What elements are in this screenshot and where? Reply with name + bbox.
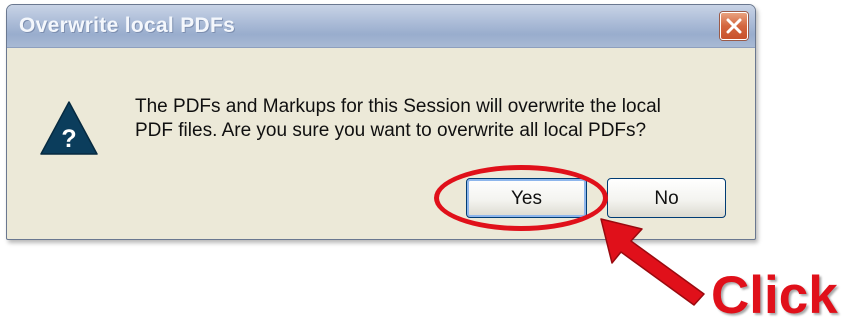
- dialog-body: ? The PDFs and Markups for this Session …: [7, 48, 755, 239]
- close-icon: [726, 18, 742, 34]
- question-warning-icon: ?: [40, 101, 98, 155]
- dialog-message: The PDFs and Markups for this Session wi…: [135, 95, 735, 143]
- message-line-2: PDF files. Are you sure you want to over…: [135, 120, 647, 141]
- click-annotation-label: Click: [711, 266, 838, 325]
- screenshot-stage: Overwrite local PDFs ? The PDFs and Mark…: [0, 0, 847, 331]
- close-button[interactable]: [720, 12, 748, 40]
- red-arrow-icon: [600, 218, 705, 306]
- no-button[interactable]: No: [607, 178, 726, 218]
- dialog-titlebar[interactable]: Overwrite local PDFs: [7, 5, 755, 48]
- highlight-ellipse: [434, 165, 608, 231]
- dialog-title: Overwrite local PDFs: [19, 14, 236, 37]
- svg-text:?: ?: [61, 125, 76, 153]
- overwrite-dialog: Overwrite local PDFs ? The PDFs and Mark…: [6, 4, 756, 240]
- message-line-1: The PDFs and Markups for this Session wi…: [135, 96, 661, 117]
